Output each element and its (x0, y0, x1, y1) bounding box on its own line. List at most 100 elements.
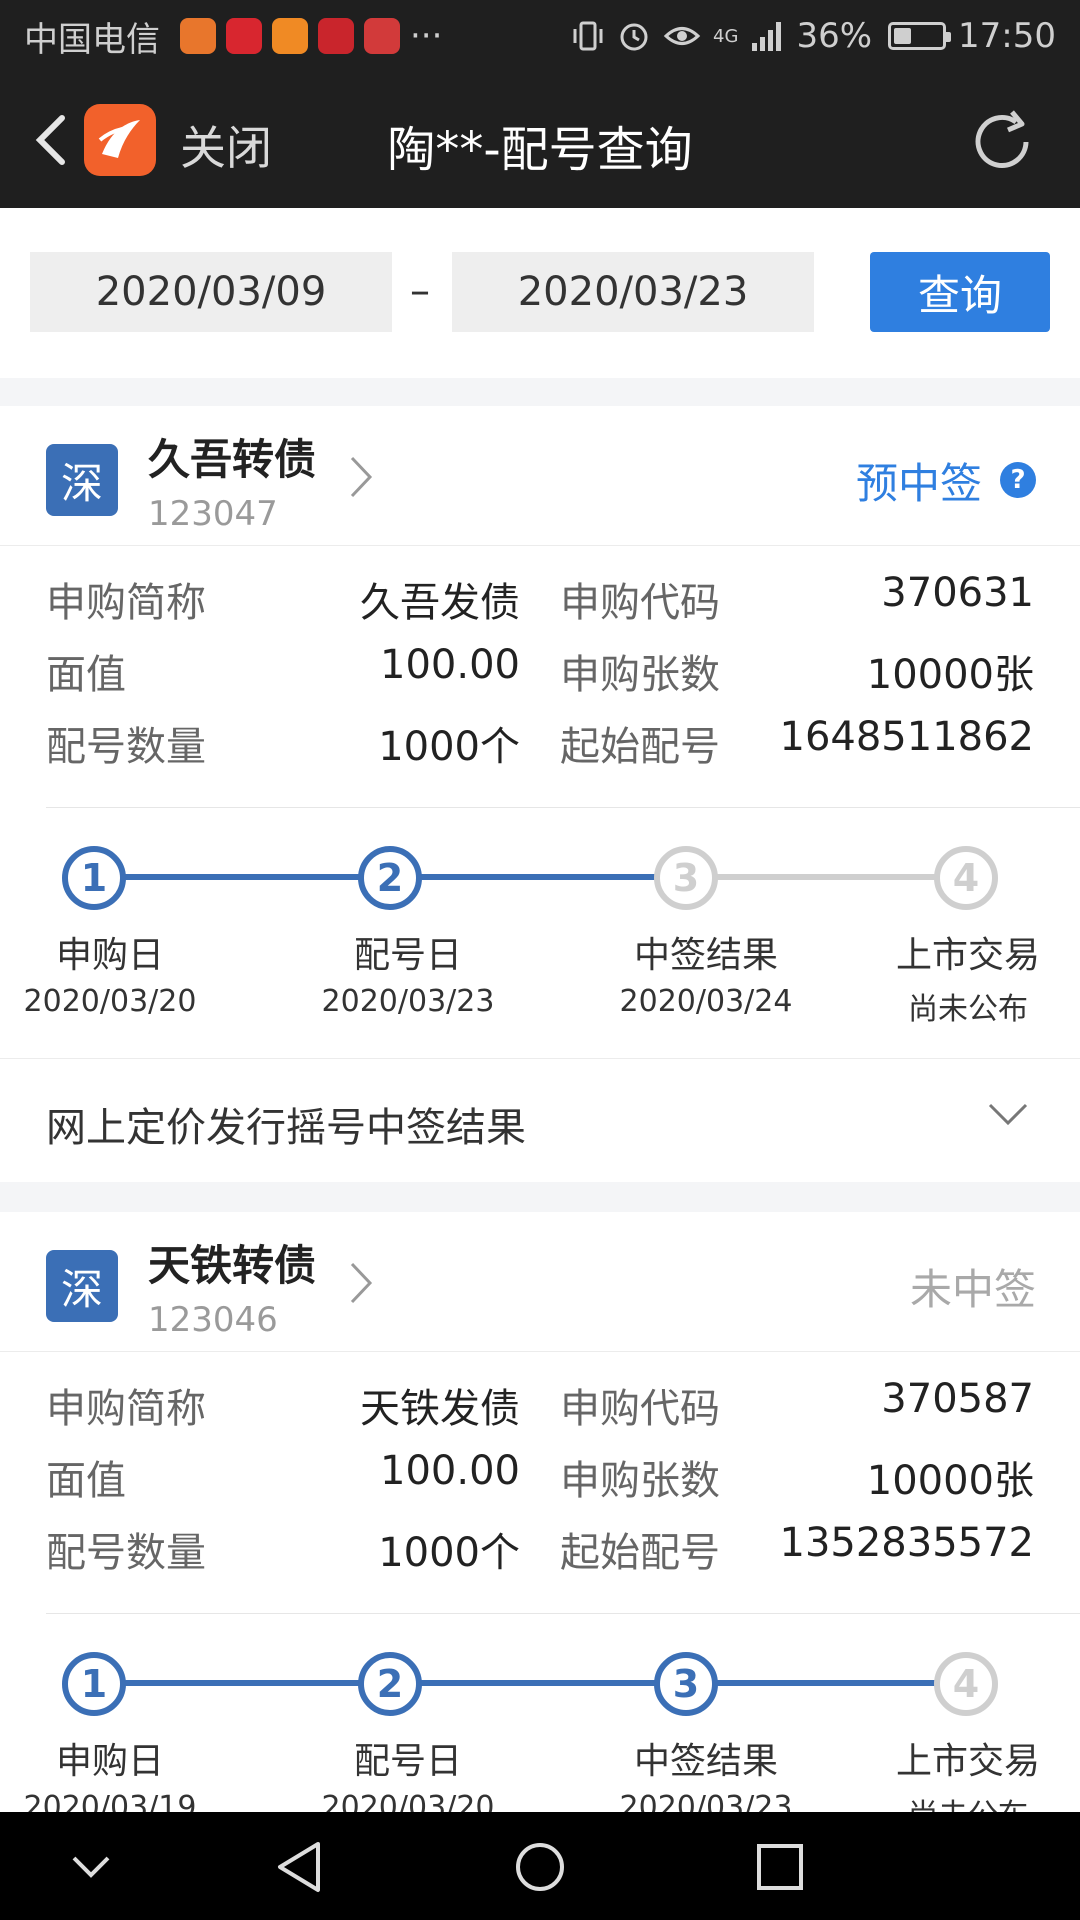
bond-info-grid: 申购简称 天铁发债 申购代码 370587 面值 100.00 申购张数 100… (0, 1352, 1080, 1614)
info-row: 配号数量 1000个 起始配号 1648511862 (0, 714, 1080, 786)
alarm-icon (620, 23, 648, 51)
info-label: 起始配号 (560, 1530, 720, 1576)
step-number: 3 (654, 846, 718, 910)
notification-headline-icon (364, 18, 400, 54)
step-number: 1 (62, 846, 126, 910)
bond-code: 123046 (148, 1300, 278, 1340)
progress-steps: 1 2 3 4 申购日 配号日 中签结果 上市交易 2020/03/19 202… (0, 1614, 1080, 1812)
clock: 17:50 (958, 16, 1056, 56)
info-label: 申购代码 (560, 1386, 720, 1432)
system-nav-bar (0, 1812, 1080, 1920)
bond-name: 天铁转债 (148, 1241, 317, 1290)
info-value: 370587 (881, 1376, 1034, 1422)
info-label: 面值 (46, 1458, 126, 1504)
start-date-field[interactable]: 2020/03/09 (30, 252, 392, 332)
refresh-icon[interactable] (964, 104, 1040, 180)
progress-steps: 1 2 3 4 申购日 配号日 中签结果 上市交易 2020/03/20 202… (0, 808, 1080, 1058)
step-label: 中签结果 (633, 1741, 778, 1782)
step-connector (692, 1680, 972, 1686)
step-connector (100, 874, 396, 880)
step-date: 2020/03/19 (23, 1790, 197, 1812)
step-date: 2020/03/23 (619, 1790, 793, 1812)
info-row: 申购简称 久吾发债 申购代码 370631 (0, 570, 1080, 642)
bond-code: 123047 (148, 494, 278, 534)
step-date: 2020/03/23 (321, 984, 495, 1019)
network-type-label: 4G (713, 25, 739, 47)
nav-home-icon[interactable] (505, 1832, 575, 1902)
step-label: 配号日 (353, 1741, 462, 1782)
carrier-label: 中国电信 (24, 19, 160, 60)
step-number: 1 (62, 1652, 126, 1716)
step-number: 4 (934, 1652, 998, 1716)
app-header: 关闭 陶**-配号查询 (0, 72, 1080, 208)
step-number: 2 (358, 1652, 422, 1716)
step-label: 上市交易 (895, 1741, 1040, 1782)
bond-card-header[interactable]: 深 天铁转债 123046 未中签 (0, 1212, 1080, 1352)
hide-nav-chevron-icon[interactable] (56, 1832, 126, 1902)
chevron-right-icon (350, 456, 373, 498)
chevron-down-icon (988, 1103, 1028, 1126)
step-connector (100, 1680, 396, 1686)
chevron-right-icon (350, 1262, 373, 1304)
info-value: 10000张 (866, 652, 1034, 698)
bond-name: 久吾转债 (148, 435, 317, 484)
step-label: 申购日 (55, 935, 164, 976)
bond-card-header[interactable]: 深 久吾转债 123047 预中签 ? (0, 406, 1080, 546)
step-connector (396, 874, 692, 880)
info-value: 天铁发债 (360, 1386, 520, 1432)
section-gap (0, 1182, 1080, 1212)
lottery-status: 预中签 (855, 459, 982, 508)
step-number: 3 (654, 1652, 718, 1716)
info-label: 申购简称 (46, 580, 206, 626)
info-label: 面值 (46, 652, 126, 698)
info-row: 面值 100.00 申购张数 10000张 (0, 642, 1080, 714)
info-value: 100.00 (380, 1448, 520, 1494)
bond-info-grid: 申购简称 久吾发债 申购代码 370631 面值 100.00 申购张数 100… (0, 546, 1080, 808)
step-date: 2020/03/20 (321, 1790, 495, 1812)
step-connector (692, 874, 972, 880)
info-value: 1000个 (378, 724, 520, 770)
step-label: 上市交易 (895, 935, 1040, 976)
info-value: 久吾发债 (360, 580, 520, 626)
info-value: 1648511862 (779, 714, 1035, 760)
market-badge: 深 (46, 444, 118, 516)
eye-comfort-icon (663, 27, 701, 45)
info-label: 起始配号 (560, 724, 720, 770)
page-title: 陶**-配号查询 (387, 122, 693, 178)
end-date-field[interactable]: 2020/03/23 (452, 252, 814, 332)
step-label: 中签结果 (633, 935, 778, 976)
nav-back-icon[interactable] (266, 1832, 336, 1902)
market-badge: 深 (46, 1250, 118, 1322)
info-value: 370631 (881, 570, 1034, 616)
notification-browser-icon (272, 18, 308, 54)
date-separator: – (410, 268, 430, 314)
expander-label: 网上定价发行摇号中签结果 (46, 1105, 526, 1151)
info-label: 配号数量 (46, 724, 206, 770)
step-label: 申购日 (55, 1741, 164, 1782)
info-label: 申购简称 (46, 1386, 206, 1432)
bond-card: 深 天铁转债 123046 未中签 申购简称 天铁发债 申购代码 370587 … (0, 1212, 1080, 1812)
more-notifications-icon: ··· (410, 16, 443, 56)
info-label: 申购张数 (560, 1458, 720, 1504)
nav-recents-icon[interactable] (745, 1832, 815, 1902)
status-bar: 中国电信 ··· 4G 36% 17:50 (0, 0, 1080, 72)
info-value: 100.00 (380, 642, 520, 688)
info-value: 1352835572 (779, 1520, 1035, 1566)
info-label: 申购代码 (560, 580, 720, 626)
info-label: 配号数量 (46, 1530, 206, 1576)
info-value: 1000个 (378, 1530, 520, 1576)
help-icon[interactable]: ? (1000, 462, 1036, 498)
lottery-result-expander[interactable]: 网上定价发行摇号中签结果 (0, 1058, 1080, 1182)
info-row: 面值 100.00 申购张数 10000张 (0, 1448, 1080, 1520)
query-button[interactable]: 查询 (870, 252, 1050, 332)
info-label: 申购张数 (560, 652, 720, 698)
step-date: 2020/03/20 (23, 984, 197, 1019)
date-query-bar: 2020/03/09 – 2020/03/23 查询 (0, 208, 1080, 378)
info-value: 10000张 (866, 1458, 1034, 1504)
step-date: 尚未公布 (908, 992, 1028, 1027)
info-row: 配号数量 1000个 起始配号 1352835572 (0, 1520, 1080, 1592)
step-label: 配号日 (353, 935, 462, 976)
battery-percent: 36% (796, 16, 873, 56)
vibrate-icon (573, 21, 603, 51)
section-gap (0, 378, 1080, 406)
